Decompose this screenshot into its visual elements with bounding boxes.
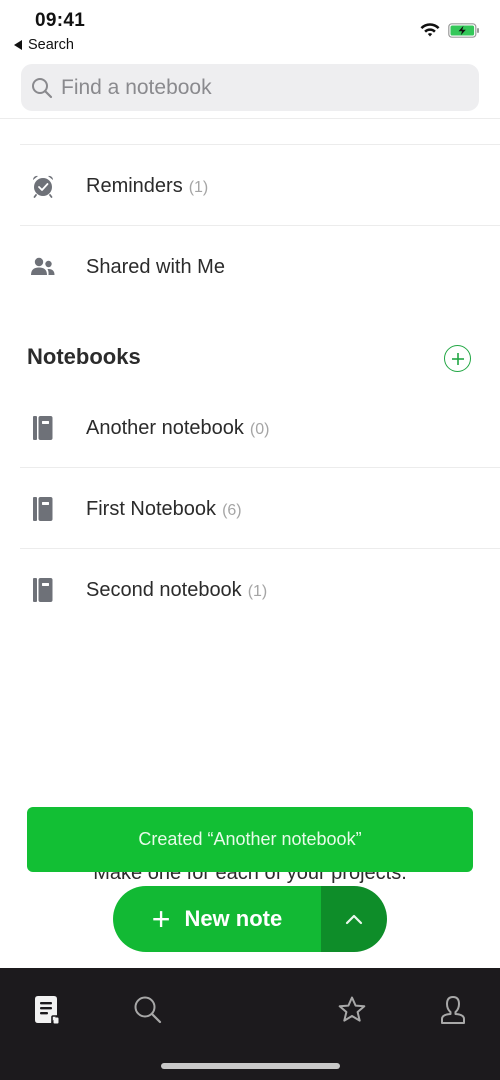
notebook-label: First Notebook (6): [86, 498, 242, 521]
divider: [20, 467, 500, 468]
back-to-search-link[interactable]: Search: [14, 37, 74, 53]
new-note-fab: + New note: [113, 886, 387, 952]
new-note-label: New note: [184, 906, 283, 931]
shortcut-label: Shared with Me: [86, 256, 225, 279]
alarm-clock-check-icon: [30, 173, 56, 199]
wifi-icon: [420, 23, 440, 37]
notebooks-section-title: Notebooks: [27, 344, 141, 369]
tab-notes[interactable]: [27, 990, 67, 1030]
notebook-name: Second notebook: [86, 578, 242, 601]
bottom-tab-bar: [0, 968, 500, 1080]
notebook-note-count: (6): [222, 501, 242, 519]
divider: [20, 225, 500, 226]
notebook-icon: [30, 577, 56, 603]
shortcut-row-shared-with-me[interactable]: Shared with Me: [0, 227, 500, 307]
notebook-note-count: (0): [249, 420, 270, 438]
status-bar: 09:41 Search: [0, 0, 500, 60]
notes-icon: [35, 996, 59, 1024]
star-icon: [338, 996, 366, 1022]
tab-search[interactable]: [128, 990, 168, 1030]
shortcut-label: Reminders (1): [86, 175, 208, 198]
toast-message: Created “Another notebook”: [138, 829, 362, 849]
notebook-row-another-notebook[interactable]: Another notebook (0): [0, 388, 500, 468]
tab-account[interactable]: [433, 990, 473, 1030]
toast-notification: Created “Another notebook”: [27, 807, 473, 872]
notebook-label: Another notebook (0): [86, 417, 269, 440]
shortcut-row-reminders[interactable]: Reminders (1): [0, 146, 500, 226]
notebook-label: Second notebook (1): [86, 579, 267, 602]
notebook-row-first-notebook[interactable]: First Notebook (6): [0, 469, 500, 549]
divider: [0, 118, 500, 119]
chevron-up-icon: [345, 914, 363, 925]
back-arrow-icon: [14, 40, 22, 50]
shortcut-label-text: Reminders: [86, 174, 183, 197]
notebook-name: Another notebook: [86, 416, 244, 439]
notebook-icon: [30, 415, 56, 441]
divider: [20, 144, 500, 145]
search-icon: [32, 77, 53, 98]
expand-new-note-options-button[interactable]: [321, 886, 387, 952]
status-time: 09:41: [35, 10, 86, 31]
shortcut-label-text: Shared with Me: [86, 255, 225, 278]
notebook-note-count: (1): [247, 582, 268, 600]
people-icon: [30, 254, 56, 280]
person-icon: [441, 996, 465, 1024]
notebook-row-second-notebook[interactable]: Second notebook (1): [0, 550, 500, 630]
notebook-search-input[interactable]: [61, 75, 461, 100]
notebook-icon: [30, 496, 56, 522]
new-note-button[interactable]: + New note: [113, 886, 321, 952]
battery-charging-icon: [448, 23, 479, 38]
notebook-search-bar[interactable]: [21, 64, 479, 111]
notebook-name: First Notebook: [86, 497, 217, 520]
back-link-label: Search: [28, 37, 74, 53]
plus-icon: +: [151, 901, 171, 937]
plus-circle-icon: [451, 352, 464, 365]
divider: [20, 548, 500, 549]
home-indicator[interactable]: [161, 1063, 340, 1069]
search-icon: [134, 996, 162, 1024]
add-notebook-button[interactable]: [444, 345, 471, 372]
tab-shortcuts[interactable]: [332, 990, 372, 1030]
shortcut-count: (1): [188, 178, 209, 196]
